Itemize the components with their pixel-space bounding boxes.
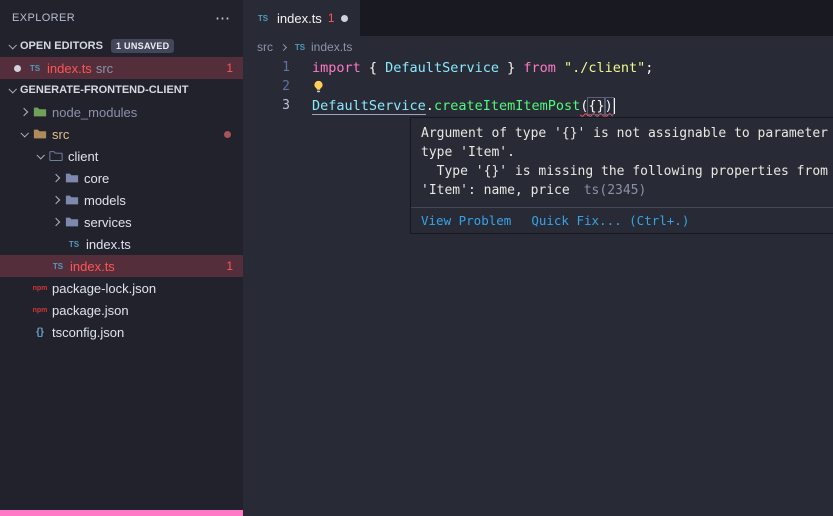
folder-node-modules-icon — [32, 104, 48, 120]
line-number: 1 — [243, 60, 290, 75]
tree-item-services[interactable]: services — [0, 211, 243, 233]
chevron-right-icon — [48, 170, 64, 186]
lightbulb-icon[interactable] — [312, 80, 325, 93]
error-message: Argument of type '{}' is not assignable … — [411, 118, 833, 207]
tree-item-label: package-lock.json — [52, 281, 156, 296]
error-code: ts(2345) — [584, 183, 647, 198]
chevron-down-icon — [4, 38, 20, 54]
code-line-3[interactable]: 3 DefaultService.createItemItemPost({}) — [243, 96, 833, 115]
breadcrumb-file[interactable]: index.ts — [311, 40, 352, 54]
unsaved-badge: 1 UNSAVED — [111, 39, 175, 53]
npm-file-icon: npm — [32, 280, 48, 296]
open-editors-label: OPEN EDITORS — [20, 40, 103, 52]
open-editor-item-index-ts[interactable]: TS index.ts src 1 — [0, 57, 243, 79]
error-hover-popup: Argument of type '{}' is not assignable … — [410, 117, 833, 234]
explorer-header: EXPLORER ⋯ — [0, 0, 243, 35]
code-text: DefaultService.createItemItemPost({}) — [290, 98, 615, 114]
tree-item-client-index-ts[interactable]: TS index.ts — [0, 233, 243, 255]
typescript-file-icon: TS — [50, 258, 66, 274]
tree-item-package-lock-json[interactable]: npm package-lock.json — [0, 277, 243, 299]
typescript-file-icon: TS — [293, 39, 307, 55]
folder-client-icon — [48, 148, 64, 164]
view-problem-link[interactable]: View Problem — [421, 213, 511, 228]
npm-file-icon: npm — [32, 302, 48, 318]
chevron-right-icon — [48, 192, 64, 208]
typescript-file-icon: TS — [27, 60, 43, 76]
tree-item-node-modules[interactable]: node_modules — [0, 101, 243, 123]
open-editors-section-header[interactable]: OPEN EDITORS 1 UNSAVED — [0, 35, 243, 57]
text-cursor — [614, 98, 616, 114]
explorer-title: EXPLORER — [12, 12, 75, 24]
project-section-header[interactable]: GENERATE-FRONTEND-CLIENT — [0, 79, 243, 101]
tree-item-tsconfig-json[interactable]: {} tsconfig.json — [0, 321, 243, 343]
tree-item-label: tsconfig.json — [52, 325, 124, 340]
error-count-badge: 1 — [226, 259, 233, 273]
folder-icon — [64, 170, 80, 186]
explorer-sidebar: EXPLORER ⋯ OPEN EDITORS 1 UNSAVED TS ind… — [0, 0, 243, 516]
chevron-down-icon — [16, 126, 32, 142]
code-text: import { DefaultService } from "./client… — [290, 60, 653, 76]
tab-error-count: 1 — [328, 11, 335, 25]
tab-index-ts[interactable]: TS index.ts 1 — [243, 0, 360, 36]
error-count-badge: 1 — [226, 61, 233, 75]
tree-item-models[interactable]: models — [0, 189, 243, 211]
folder-icon — [64, 214, 80, 230]
tree-item-package-json[interactable]: npm package.json — [0, 299, 243, 321]
tree-item-label: index.ts — [70, 259, 115, 274]
breadcrumb-folder[interactable]: src — [257, 40, 273, 54]
open-editor-file-description: src — [96, 61, 113, 76]
code-line-1[interactable]: 1 import { DefaultService } from "./clie… — [243, 58, 833, 77]
modified-dot-icon — [14, 65, 21, 72]
code-view: 1 import { DefaultService } from "./clie… — [243, 58, 833, 115]
folder-src-icon — [32, 126, 48, 142]
modified-indicator-dot-icon — [224, 131, 231, 138]
tree-item-core[interactable]: core — [0, 167, 243, 189]
quick-fix-link[interactable]: Quick Fix... (Ctrl+.) — [531, 213, 689, 228]
breadcrumb: src TS index.ts — [243, 36, 833, 58]
project-label: GENERATE-FRONTEND-CLIENT — [20, 84, 188, 96]
chevron-down-icon — [4, 82, 20, 98]
tree-item-label: package.json — [52, 303, 129, 318]
line-number: 2 — [243, 79, 290, 94]
tree-item-label: index.ts — [86, 237, 131, 252]
typescript-file-icon: TS — [66, 236, 82, 252]
tree-item-label: models — [84, 193, 126, 208]
error-message-line: 'Item': name, pricets(2345) — [421, 181, 833, 200]
tree-item-src-index-ts[interactable]: TS index.ts 1 — [0, 255, 243, 277]
folder-icon — [64, 192, 80, 208]
error-message-line: Argument of type '{}' is not assignable … — [421, 124, 833, 143]
chevron-right-icon — [16, 104, 32, 120]
code-line-2[interactable]: 2 — [243, 77, 833, 96]
tree-item-label: node_modules — [52, 105, 137, 120]
typescript-file-icon: TS — [255, 10, 271, 26]
tree-item-src[interactable]: src — [0, 123, 243, 145]
more-actions-icon[interactable]: ⋯ — [215, 9, 231, 27]
tree-item-label: services — [84, 215, 132, 230]
tree-item-client[interactable]: client — [0, 145, 243, 167]
chevron-down-icon — [32, 148, 48, 164]
tree-item-label: src — [52, 127, 69, 142]
tree-item-label: client — [68, 149, 98, 164]
error-message-line: Type '{}' is missing the following prope… — [421, 162, 833, 181]
open-editor-file-name: index.ts — [47, 61, 92, 76]
editor-area: TS index.ts 1 src TS index.ts 1 import {… — [243, 0, 833, 516]
modified-dot-icon — [341, 15, 348, 22]
line-number: 3 — [243, 98, 290, 113]
tree-item-label: core — [84, 171, 109, 186]
tab-label: index.ts — [277, 11, 322, 26]
tab-bar: TS index.ts 1 — [243, 0, 833, 36]
status-bar-strip — [0, 510, 243, 516]
error-message-line: type 'Item'. — [421, 143, 833, 162]
hover-actions: View Problem Quick Fix... (Ctrl+.) — [411, 207, 833, 233]
tsconfig-file-icon: {} — [32, 324, 48, 340]
chevron-right-icon — [48, 214, 64, 230]
breadcrumb-separator-icon — [277, 41, 289, 53]
